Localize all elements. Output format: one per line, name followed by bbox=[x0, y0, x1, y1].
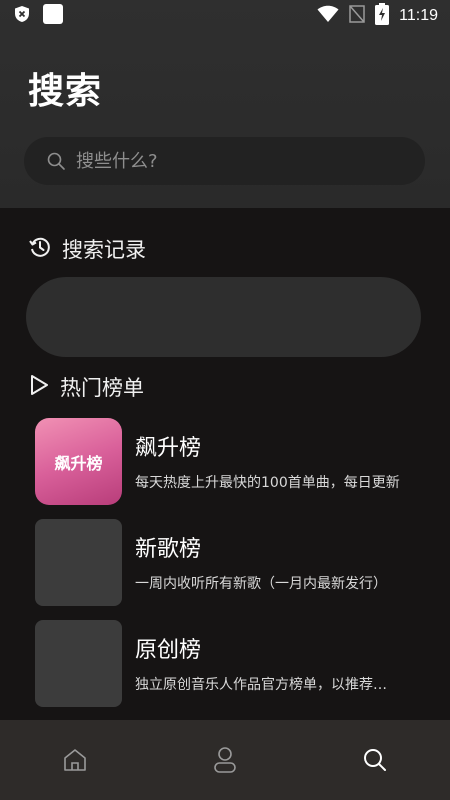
history-icon bbox=[28, 235, 52, 264]
chart-item-original[interactable]: 原创榜 独立原创音乐人作品官方榜单，以推荐指数为依据 bbox=[35, 620, 415, 708]
chart-description: 一周内收听所有新歌（一月内最新发行） bbox=[135, 576, 387, 592]
wifi-icon bbox=[317, 5, 339, 27]
chart-description: 每天热度上升最快的100首单曲，每日更新 bbox=[135, 475, 400, 491]
history-list bbox=[26, 277, 421, 357]
hot-charts-heading: 热门榜单 bbox=[28, 372, 144, 402]
chart-cover bbox=[35, 519, 122, 606]
nav-home[interactable] bbox=[45, 730, 105, 790]
nav-search[interactable] bbox=[345, 730, 405, 790]
chart-item-new-songs[interactable]: 新歌榜 一周内收听所有新歌（一月内最新发行） bbox=[35, 519, 415, 607]
chart-cover: 飙升榜 bbox=[35, 418, 122, 505]
play-outline-icon bbox=[28, 373, 50, 402]
header-area: 11:19 搜索 bbox=[0, 0, 450, 208]
chart-name: 原创榜 bbox=[135, 638, 202, 663]
nav-profile[interactable] bbox=[195, 730, 255, 790]
home-icon bbox=[64, 749, 86, 771]
chart-cover bbox=[35, 620, 122, 707]
profile-icon bbox=[214, 747, 236, 773]
search-input[interactable] bbox=[76, 150, 396, 172]
chart-item-soaring[interactable]: 飙升榜 飙升榜 每天热度上升最快的100首单曲，每日更新 bbox=[35, 418, 415, 506]
hot-charts-heading-label: 热门榜单 bbox=[60, 376, 144, 400]
bottom-nav bbox=[0, 720, 450, 800]
chart-name: 新歌榜 bbox=[135, 537, 202, 562]
history-heading-label: 搜索记录 bbox=[62, 238, 146, 262]
search-icon bbox=[47, 152, 65, 170]
chart-description: 独立原创音乐人作品官方榜单，以推荐指数为依据 bbox=[135, 677, 400, 693]
chart-name: 飙升榜 bbox=[135, 436, 202, 461]
square-notification-icon bbox=[42, 3, 64, 29]
battery-charging-icon bbox=[375, 3, 390, 29]
history-heading: 搜索记录 bbox=[28, 234, 146, 264]
status-bar: 11:19 bbox=[0, 0, 450, 32]
search-bar[interactable] bbox=[24, 137, 425, 185]
search-icon bbox=[364, 749, 386, 771]
shield-x-icon bbox=[14, 5, 30, 27]
page-title: 搜索 bbox=[28, 71, 103, 112]
status-time: 11:19 bbox=[399, 7, 438, 24]
no-signal-icon bbox=[349, 5, 365, 27]
chart-cover-label: 飙升榜 bbox=[54, 453, 103, 473]
